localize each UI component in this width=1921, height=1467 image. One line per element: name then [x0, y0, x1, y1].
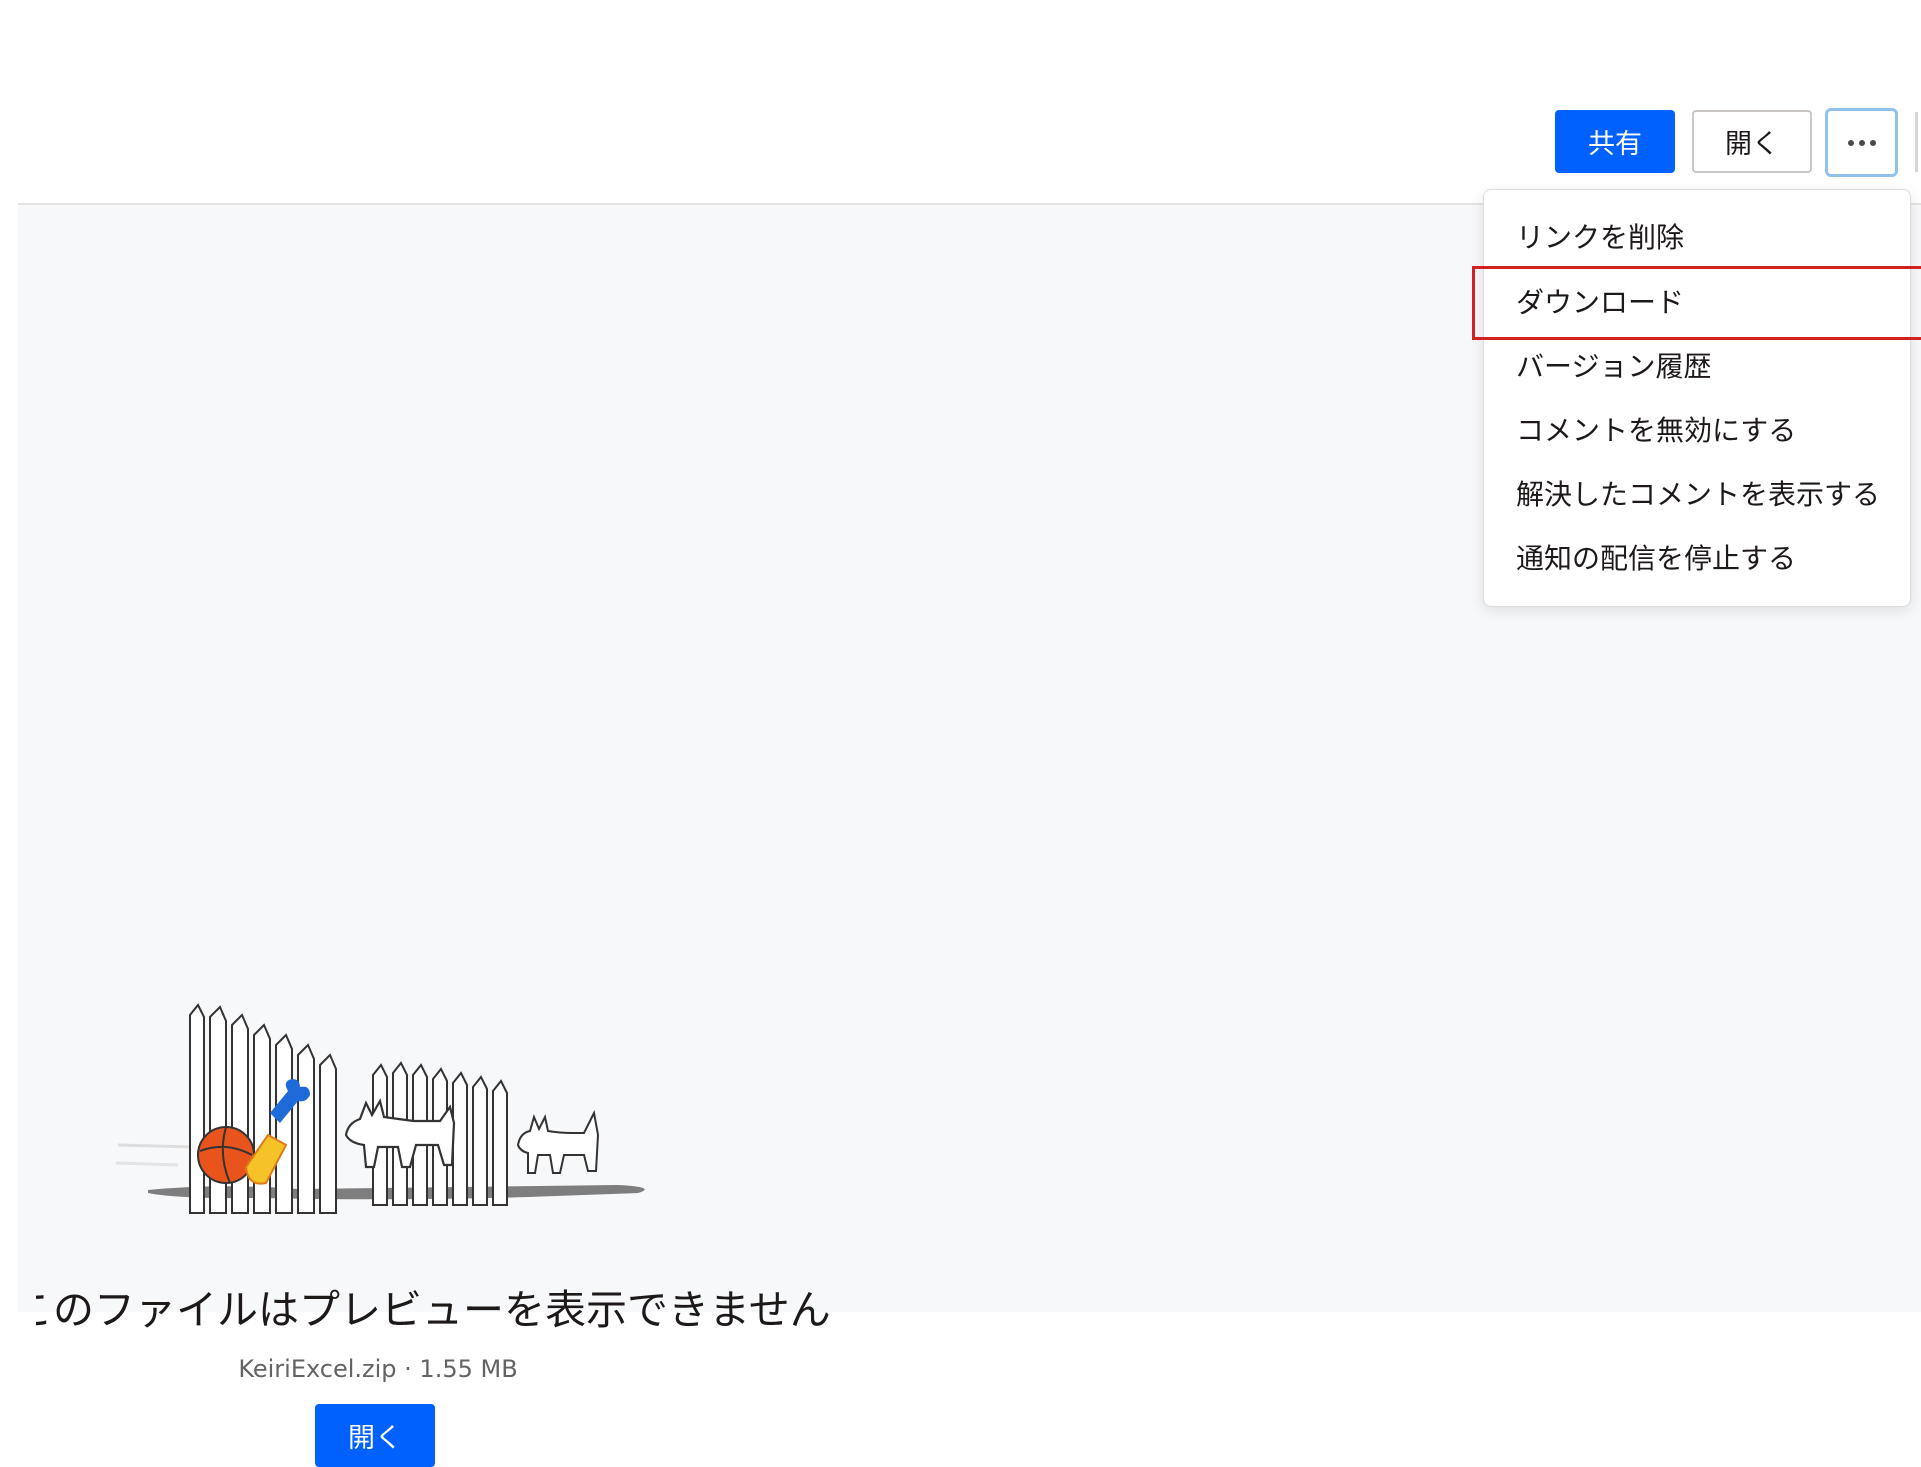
header-edge-divider	[1915, 112, 1918, 172]
menu-item-remove-link[interactable]: リンクを削除	[1516, 213, 1684, 263]
menu-item-download[interactable]: ダウンロード	[1516, 278, 1684, 328]
more-horizontal-icon	[1847, 139, 1876, 146]
top-header: 共有 開く	[0, 0, 1921, 204]
open-file-button[interactable]: 開く	[315, 1404, 435, 1467]
menu-item-show-resolved-comments[interactable]: 解決したコメントを表示する	[1516, 470, 1880, 520]
open-button[interactable]: 開く	[1692, 110, 1812, 173]
file-name-and-size: KeiriExcel.zip · 1.55 MB	[238, 1355, 518, 1383]
dogs-fence-illustration	[115, 1003, 645, 1214]
menu-item-version-history[interactable]: バージョン履歴	[1516, 342, 1711, 392]
menu-item-disable-comments[interactable]: コメントを無効にする	[1516, 406, 1796, 456]
menu-item-stop-notifications[interactable]: 通知の配信を停止する	[1516, 534, 1796, 584]
more-actions-menu: リンクを削除 ダウンロード バージョン履歴 コメントを無効にする 解決したコメン…	[1483, 189, 1911, 607]
share-button[interactable]: 共有	[1555, 110, 1675, 173]
no-preview-message: このファイルはプレビューを表示できません	[36, 1286, 831, 1334]
more-actions-button[interactable]	[1825, 108, 1898, 177]
